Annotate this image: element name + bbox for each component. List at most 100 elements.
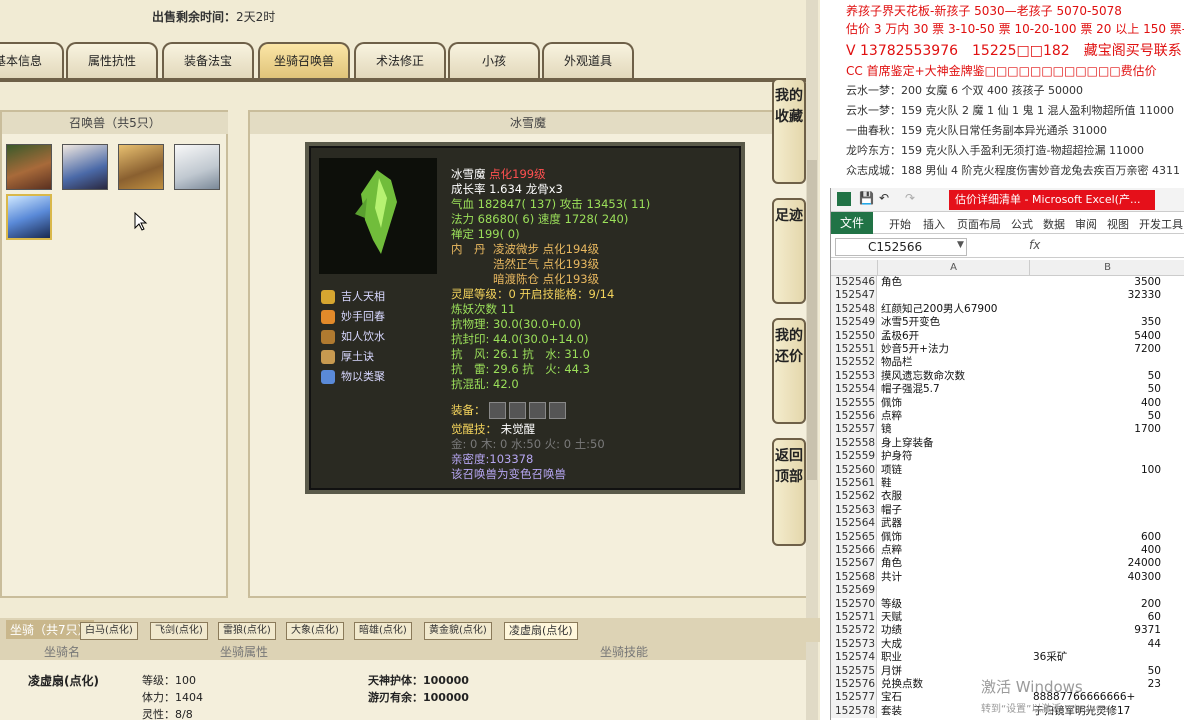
row-number[interactable]: 152552	[831, 356, 877, 370]
sheet-row[interactable]: 152550 孟极6开 5400	[831, 329, 1184, 343]
fx-icon[interactable]: fx	[1029, 238, 1040, 252]
cell-b[interactable]: 50	[1029, 383, 1161, 396]
summon-avatar-4[interactable]	[174, 144, 220, 190]
sheet-row[interactable]: 152553 摸风遗忘数命次数 50	[831, 369, 1184, 384]
cell-a[interactable]: 身上穿装备	[879, 437, 1027, 450]
col-header-a[interactable]: A	[877, 260, 1029, 276]
tab-basic-info[interactable]: 基本信息	[0, 42, 64, 78]
sheet-row[interactable]: 152558 身上穿装备	[831, 436, 1184, 451]
ribbon-view[interactable]: 视图	[1107, 216, 1129, 232]
cell-b[interactable]: 9371	[1029, 624, 1161, 637]
row-number[interactable]: 152558	[831, 436, 877, 451]
favorites-button[interactable]: 我的收藏	[772, 78, 806, 184]
equip-slot-2[interactable]	[509, 402, 527, 419]
sheet-row[interactable]: 152573 大成 44	[831, 637, 1184, 652]
cell-a[interactable]: 帽子强混5.7	[879, 383, 1027, 396]
cell-a[interactable]: 点粹	[879, 410, 1027, 423]
row-number[interactable]: 152563	[831, 503, 877, 518]
ribbon-home[interactable]: 开始	[889, 216, 911, 232]
redo-icon[interactable]: ↷	[905, 191, 915, 205]
row-number[interactable]: 152553	[831, 369, 877, 384]
cell-b[interactable]: 350	[1029, 316, 1161, 329]
row-number[interactable]: 152547	[831, 289, 877, 303]
pet-skill-5[interactable]: 物以类聚	[321, 368, 385, 384]
cell-a[interactable]: 共计	[879, 571, 1027, 584]
summon-avatar-5-selected[interactable]	[6, 194, 52, 240]
row-number[interactable]: 152546	[831, 276, 877, 290]
ribbon-file-tab[interactable]: 文件	[831, 212, 873, 234]
tab-attributes[interactable]: 属性抗性	[66, 42, 158, 78]
row-number[interactable]: 152548	[831, 302, 877, 317]
cell-b[interactable]: 400	[1029, 397, 1161, 410]
cell-b[interactable]: 40300	[1029, 571, 1161, 584]
sheet-row[interactable]: 152570 等级 200	[831, 597, 1184, 611]
cell-a[interactable]: 功绩	[879, 624, 1027, 637]
cell-a[interactable]: 镜	[879, 423, 1027, 436]
mount-tab-1[interactable]: 白马(点化)	[80, 622, 138, 640]
sheet-row[interactable]: 152569	[831, 584, 1184, 598]
sheet-row[interactable]: 152574 职业 36采矿	[831, 651, 1184, 665]
mount-tab-4[interactable]: 大象(点化)	[286, 622, 344, 640]
mount-tab-7[interactable]: 凌虚扇(点化)	[504, 622, 578, 640]
cell-b[interactable]: 50	[1029, 410, 1161, 423]
cell-b[interactable]: 3500	[1029, 276, 1161, 289]
mount-tab-6[interactable]: 黄金貌(点化)	[424, 622, 492, 640]
sheet-row[interactable]: 152548 红颜知己200男人67900	[831, 302, 1184, 317]
cell-a[interactable]: 妙音5开+法力	[879, 343, 1027, 356]
cell-a[interactable]: 护身符	[879, 450, 1027, 463]
name-box[interactable]: C152566	[835, 238, 967, 256]
cell-b[interactable]: 7200	[1029, 343, 1161, 356]
mount-tab-3[interactable]: 雷狼(点化)	[218, 622, 276, 640]
chevron-down-icon[interactable]: ▼	[957, 240, 964, 250]
pet-skill-4[interactable]: 厚土诀	[321, 348, 374, 364]
cell-b[interactable]: 44	[1029, 638, 1161, 651]
back-to-top-button[interactable]: 返回顶部	[772, 438, 806, 546]
row-number[interactable]: 152571	[831, 611, 877, 625]
row-number[interactable]: 152554	[831, 383, 877, 397]
cell-b[interactable]: 60	[1029, 611, 1161, 624]
sheet-row[interactable]: 152563 帽子	[831, 503, 1184, 518]
row-number[interactable]: 152560	[831, 463, 877, 477]
sheet-row[interactable]: 152557 镜 1700	[831, 423, 1184, 437]
cell-b[interactable]: 32330	[1029, 289, 1161, 302]
sheet-row[interactable]: 152546 角色 3500	[831, 276, 1184, 290]
sheet-row[interactable]: 152565 佩饰 600	[831, 530, 1184, 544]
row-number[interactable]: 152567	[831, 557, 877, 571]
row-number[interactable]: 152550	[831, 329, 877, 343]
cell-a[interactable]: 等级	[879, 598, 1027, 611]
row-number[interactable]: 152573	[831, 637, 877, 652]
cell-a[interactable]: 衣服	[879, 490, 1027, 503]
ribbon-data[interactable]: 数据	[1043, 216, 1065, 232]
cell-a[interactable]: 鞋	[879, 477, 1027, 490]
cell-a[interactable]: 冰雪5开变色	[879, 316, 1027, 329]
cell-b[interactable]: 5400	[1029, 330, 1161, 343]
tab-spell[interactable]: 术法修正	[354, 42, 446, 78]
row-number[interactable]: 152556	[831, 410, 877, 424]
row-number[interactable]: 152555	[831, 396, 877, 410]
sheet-row[interactable]: 152568 共计 40300	[831, 570, 1184, 585]
row-number[interactable]: 152570	[831, 597, 877, 611]
row-number[interactable]: 152557	[831, 423, 877, 437]
cell-a[interactable]: 帽子	[879, 504, 1027, 517]
summon-avatar-3[interactable]	[118, 144, 164, 190]
row-number[interactable]: 152564	[831, 517, 877, 531]
cell-a[interactable]: 红颜知己200男人67900	[879, 303, 1027, 316]
sheet-row[interactable]: 152564 武器	[831, 517, 1184, 531]
cell-b[interactable]: 200	[1029, 598, 1161, 611]
row-number[interactable]: 152551	[831, 343, 877, 357]
cell-a[interactable]: 角色	[879, 557, 1027, 570]
row-number[interactable]: 152549	[831, 316, 877, 330]
sheet-row[interactable]: 152554 帽子强混5.7 50	[831, 383, 1184, 397]
pet-skill-2[interactable]: 妙手回春	[321, 308, 385, 324]
row-number[interactable]: 152562	[831, 490, 877, 504]
cell-b[interactable]: 24000	[1029, 557, 1161, 570]
row-number[interactable]: 152569	[831, 584, 877, 598]
sheet-row[interactable]: 152549 冰雪5开变色 350	[831, 316, 1184, 330]
cell-b[interactable]: 600	[1029, 531, 1161, 544]
cell-a[interactable]: 项链	[879, 464, 1027, 477]
ribbon-insert[interactable]: 插入	[923, 216, 945, 232]
cell-a[interactable]: 天赋	[879, 611, 1027, 624]
sheet-row[interactable]: 152567 角色 24000	[831, 557, 1184, 571]
mount-tab-5[interactable]: 暗雄(点化)	[354, 622, 412, 640]
save-icon[interactable]: 💾	[859, 191, 874, 205]
